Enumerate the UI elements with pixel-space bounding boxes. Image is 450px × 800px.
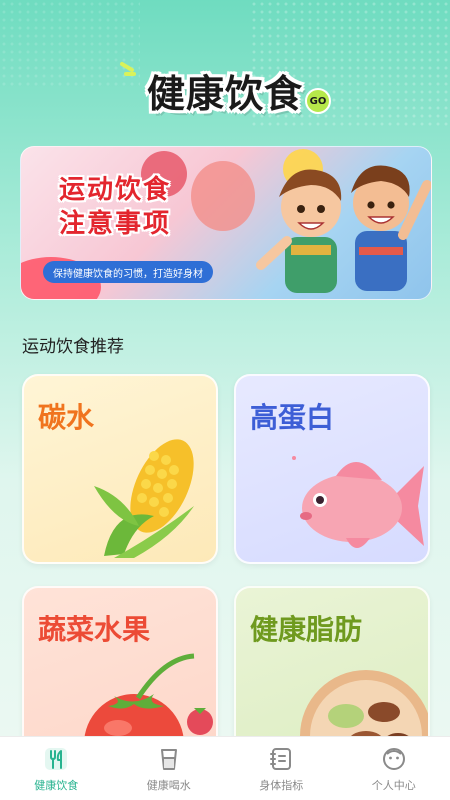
tab-label: 个人中心: [371, 779, 416, 792]
tab-label: 健康饮食: [34, 779, 79, 792]
corn-icon: [94, 439, 194, 558]
cup-icon: [160, 749, 177, 770]
card-label: 健康脂肪: [250, 613, 363, 646]
card-label: 高蛋白: [250, 401, 335, 434]
face-icon: [382, 748, 405, 770]
fish-icon: [292, 456, 424, 548]
promo-banner[interactable]: 运动饮食 注意事项 保持健康饮食的习惯，打造好身材: [20, 146, 432, 300]
tab-healthy-water[interactable]: 健康喝水: [113, 737, 226, 800]
banner-title: 运动饮食 注意事项: [59, 173, 239, 241]
card-carbs[interactable]: 碳水: [22, 374, 218, 564]
banner-title-line1: 运动饮食: [59, 175, 172, 205]
go-badge: GO: [305, 88, 331, 114]
tab-healthy-diet[interactable]: 健康饮食: [0, 737, 113, 800]
tab-profile[interactable]: 个人中心: [338, 737, 450, 800]
bottom-tab-bar: 健康饮食 健康喝水 身体指标 个人中心: [0, 736, 450, 800]
card-label: 蔬菜水果: [38, 613, 151, 646]
tab-body-metrics[interactable]: 身体指标: [225, 737, 338, 800]
tab-label: 健康喝水: [146, 779, 191, 792]
card-protein[interactable]: 高蛋白: [234, 374, 430, 564]
banner-title-line2: 注意事项: [59, 209, 172, 239]
section-title: 运动饮食推荐: [22, 337, 124, 357]
notebook-icon: [270, 748, 292, 770]
banner-subtitle: 保持健康饮食的习惯，打造好身材: [43, 261, 213, 283]
app-header: 健康饮食: [0, 60, 450, 120]
page-title: 健康饮食: [146, 71, 303, 116]
tab-label: 身体指标: [259, 779, 304, 792]
fork-knife-icon: [45, 748, 68, 770]
kids-illustration-icon: [256, 165, 431, 293]
